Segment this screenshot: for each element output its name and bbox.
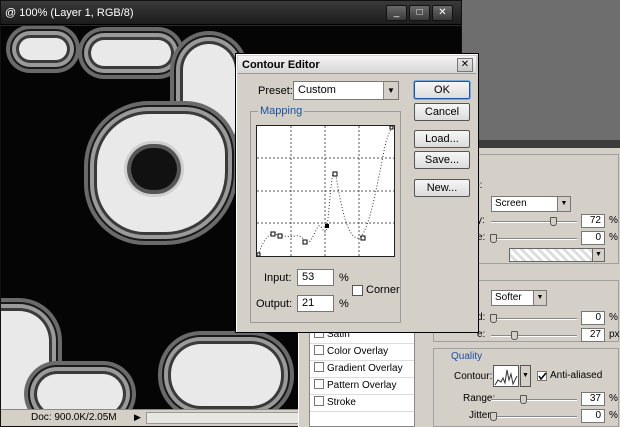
opacity-slider-knob[interactable] <box>549 217 557 226</box>
choke-unit: % <box>609 312 618 323</box>
size-field[interactable]: 27 <box>581 328 605 342</box>
document-title-bar[interactable]: @ 100% (Layer 1, RGB/8) _ □ ✕ <box>1 1 461 25</box>
quality-heading: Quality <box>451 351 483 362</box>
jitter-unit: % <box>609 410 618 421</box>
noise-field[interactable]: 0 <box>581 231 605 245</box>
preset-label: Preset: <box>258 85 293 97</box>
load-button[interactable]: Load... <box>414 130 470 148</box>
style-item-gradient-overlay[interactable]: Gradient Overlay <box>310 361 414 378</box>
corner-label: Corner <box>366 284 400 296</box>
style-item-label: Pattern Overlay <box>327 380 397 391</box>
minimize-button[interactable]: _ <box>386 5 407 21</box>
style-item-pattern-overlay[interactable]: Pattern Overlay <box>310 378 414 395</box>
noise-slider[interactable] <box>491 238 577 240</box>
contour-editor-dialog: Contour Editor ✕ Preset: Custom ▼ Mappin… <box>235 53 479 333</box>
contour-preview-icon <box>494 369 518 386</box>
chevron-down-icon: ▼ <box>383 82 398 99</box>
canvas-shape <box>37 374 123 410</box>
contour-curve <box>256 125 394 257</box>
corner-checkbox[interactable] <box>352 285 363 296</box>
range-slider-knob[interactable] <box>519 395 527 404</box>
noise-unit: % <box>609 232 618 243</box>
contour-label: Contour: <box>454 371 493 382</box>
contour-curve-graph[interactable] <box>256 125 395 257</box>
range-unit: % <box>609 393 618 404</box>
noise-slider-knob[interactable] <box>490 234 497 243</box>
canvas-shape <box>131 148 177 190</box>
input-field[interactable]: 53 <box>297 269 334 286</box>
chevron-down-icon: ▼ <box>533 291 546 305</box>
background-strip <box>479 140 620 148</box>
canvas-shape <box>171 344 281 406</box>
save-button[interactable]: Save... <box>414 151 470 169</box>
cancel-button[interactable]: Cancel <box>414 103 470 121</box>
anti-aliased-checkbox[interactable] <box>537 371 547 381</box>
style-item-label: Stroke <box>327 397 356 408</box>
jitter-slider[interactable] <box>491 416 577 418</box>
checkbox[interactable] <box>314 379 324 389</box>
jitter-field[interactable]: 0 <box>581 409 605 423</box>
size-unit: px <box>609 329 620 340</box>
chevron-down-icon[interactable]: ▼ <box>520 365 531 387</box>
opacity-slider[interactable] <box>491 221 577 223</box>
input-unit: % <box>339 272 349 284</box>
jitter-slider-knob[interactable] <box>490 412 497 421</box>
blend-mode-select[interactable]: Screen ▼ <box>491 196 571 212</box>
style-item-stroke[interactable]: Stroke <box>310 395 414 412</box>
close-button[interactable]: ✕ <box>457 58 473 72</box>
new-button[interactable]: New... <box>414 179 470 197</box>
choke-slider[interactable] <box>491 318 577 320</box>
output-unit: % <box>339 298 349 310</box>
style-item-label: Gradient Overlay <box>327 363 403 374</box>
checkmark-icon <box>538 372 547 381</box>
checkbox[interactable] <box>314 396 324 406</box>
mapping-label: Mapping <box>258 105 305 117</box>
blend-mode-value: Screen <box>495 198 527 209</box>
canvas-shape <box>91 40 171 66</box>
style-item-label: Color Overlay <box>327 346 389 357</box>
document-size-status: Doc: 900.0K/2.05M <box>31 412 117 423</box>
chevron-down-icon: ▼ <box>557 197 570 211</box>
styles-list: Satin Color Overlay Gradient Overlay Pat… <box>309 326 415 427</box>
contour-editor-title-bar[interactable]: Contour Editor ✕ <box>238 56 476 74</box>
dialog-title: Contour Editor <box>242 59 320 71</box>
preset-select[interactable]: Custom ▼ <box>293 81 399 100</box>
technique-select[interactable]: Softer ▼ <box>491 290 547 306</box>
choke-slider-knob[interactable] <box>490 314 497 323</box>
technique-value: Softer <box>495 292 522 303</box>
maximize-button[interactable]: □ <box>409 5 430 21</box>
checkbox[interactable] <box>314 345 324 355</box>
chevron-down-icon[interactable]: ▼ <box>592 248 605 262</box>
contour-thumbnail[interactable] <box>493 365 519 387</box>
output-field[interactable]: 21 <box>297 295 334 312</box>
opacity-unit: % <box>609 215 618 226</box>
choke-field[interactable]: 0 <box>581 311 605 325</box>
ok-button[interactable]: OK <box>414 81 470 99</box>
preset-value: Custom <box>298 84 336 96</box>
close-button[interactable]: ✕ <box>432 5 453 21</box>
size-slider[interactable] <box>491 335 577 337</box>
input-label: Input: <box>264 272 292 284</box>
canvas-shape <box>19 38 67 60</box>
anti-aliased-label: Anti-aliased <box>550 370 603 381</box>
range-field[interactable]: 37 <box>581 392 605 406</box>
style-item-color-overlay[interactable]: Color Overlay <box>310 344 414 361</box>
output-label: Output: <box>256 298 293 310</box>
gradient-swatch[interactable] <box>509 248 605 262</box>
document-title: @ 100% (Layer 1, RGB/8) <box>5 7 134 19</box>
status-menu-arrow-icon[interactable]: ▶ <box>134 412 141 423</box>
checkbox[interactable] <box>314 362 324 372</box>
range-slider[interactable] <box>491 399 577 401</box>
opacity-field[interactable]: 72 <box>581 214 605 228</box>
size-slider-knob[interactable] <box>511 331 519 340</box>
